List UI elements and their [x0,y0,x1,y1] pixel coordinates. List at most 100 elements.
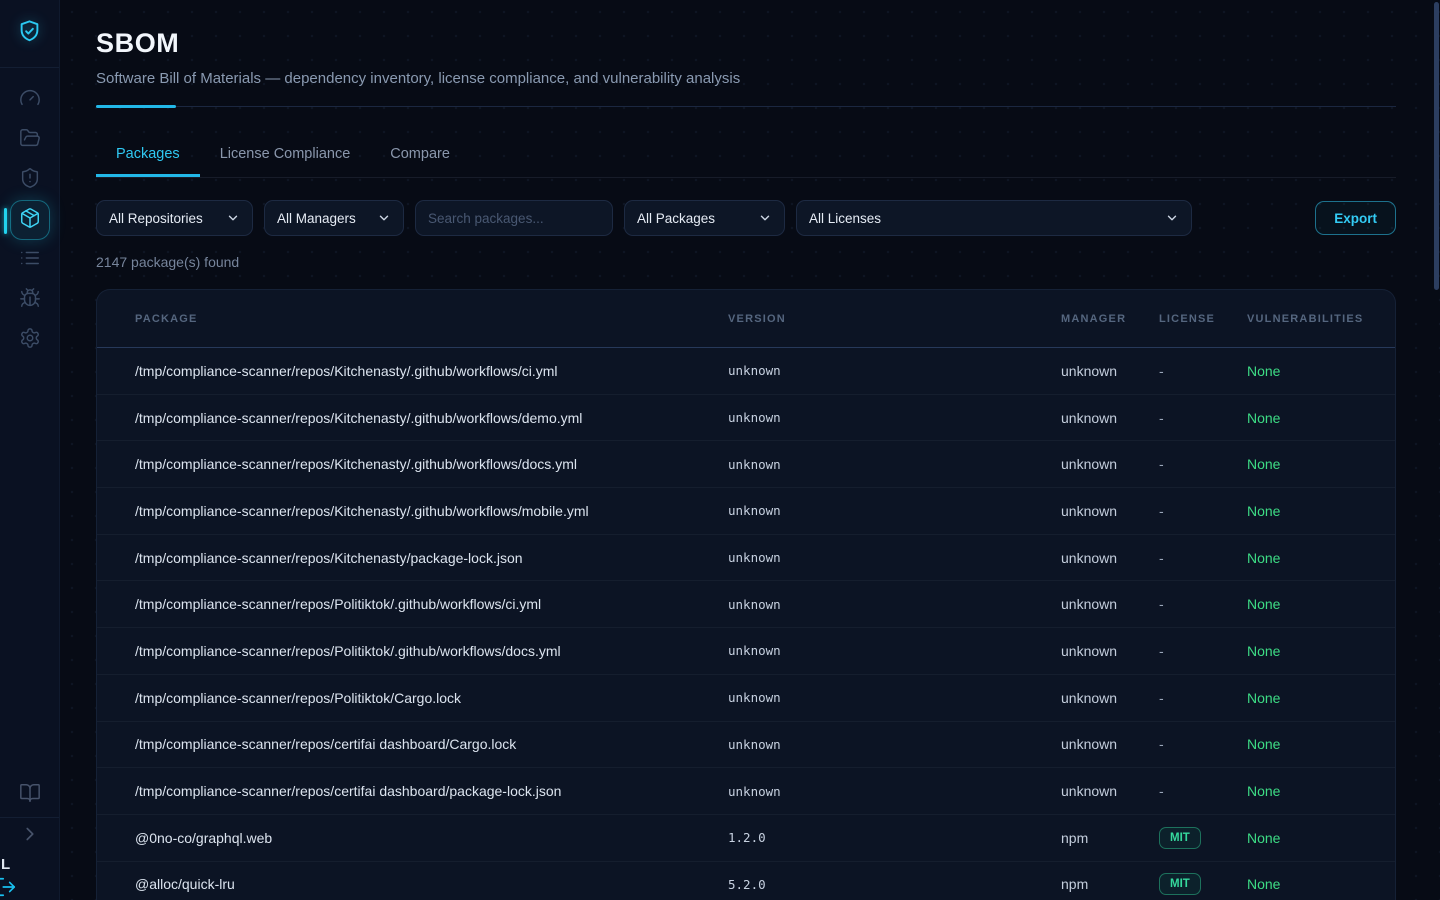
sidebar-nav [10,80,50,360]
chevron-down-icon [377,211,391,225]
table-row[interactable]: /tmp/compliance-scanner/repos/Kitchenast… [97,535,1395,582]
license-filter-select[interactable]: All Licenses [796,200,1192,236]
table-body: /tmp/compliance-scanner/repos/Kitchenast… [97,348,1395,900]
docs-button[interactable] [10,775,50,815]
shield-alert-icon [19,167,41,194]
folder-icon [19,127,41,154]
package-license: - [1159,783,1247,799]
list-icon [19,247,41,274]
table-row[interactable]: /tmp/compliance-scanner/repos/Kitchenast… [97,348,1395,395]
table-header: PackageVersionManagerLicenseVulnerabilit… [97,290,1395,348]
table-row[interactable]: @alloc/quick-lru 5.2.0 npm MIT None [97,862,1395,900]
manager-filter-select[interactable]: All Managers [264,200,404,236]
package-manager: unknown [1061,643,1159,659]
sidebar-item-vulnerabilities[interactable] [10,280,50,320]
package-license: - [1159,410,1247,426]
package-manager: unknown [1061,550,1159,566]
package-version: 1.2.0 [728,830,1061,845]
package-license: MIT [1159,873,1247,895]
column-header: Version [728,313,1061,325]
package-version: unknown [728,690,1061,705]
export-button[interactable]: Export [1315,201,1396,235]
package-manager: unknown [1061,503,1159,519]
tab-license-compliance[interactable]: License Compliance [200,134,371,177]
package-path: /tmp/compliance-scanner/repos/Politiktok… [135,690,728,706]
vulnerabilities-status: None [1247,503,1371,519]
package-filter-select[interactable]: All Packages [624,200,785,236]
table-row[interactable]: /tmp/compliance-scanner/repos/Kitchenast… [97,395,1395,442]
package-path: /tmp/compliance-scanner/repos/Kitchenast… [135,456,728,472]
table-row[interactable]: /tmp/compliance-scanner/repos/certifai d… [97,768,1395,815]
logout-button[interactable] [0,876,17,898]
table-row[interactable]: @0no-co/graphql.web 1.2.0 npm MIT None [97,815,1395,862]
package-version: unknown [728,643,1061,658]
gauge-icon [19,87,41,114]
column-header: Manager [1061,313,1159,325]
package-version: unknown [728,550,1061,565]
table-row[interactable]: /tmp/compliance-scanner/repos/certifai d… [97,722,1395,769]
vulnerabilities-status: None [1247,410,1371,426]
package-version: unknown [728,597,1061,612]
package-license: - [1159,503,1247,519]
sidebar-collapse-button[interactable] [10,820,50,852]
vulnerabilities-status: None [1247,690,1371,706]
package-manager: npm [1061,830,1159,846]
tab-bar: Packages License Compliance Compare [96,134,1396,178]
package-path: /tmp/compliance-scanner/repos/certifai d… [135,736,728,752]
search-input[interactable] [415,200,613,236]
package-license: - [1159,363,1247,379]
vulnerabilities-status: None [1247,736,1371,752]
sidebar-item-inventory[interactable] [10,240,50,280]
package-path: /tmp/compliance-scanner/repos/Kitchenast… [135,363,728,379]
vulnerabilities-status: None [1247,830,1371,846]
package-license: - [1159,736,1247,752]
column-header: Package [135,313,728,325]
sidebar-item-dashboard[interactable] [10,80,50,120]
filter-bar: All Repositories All Managers All Packag… [96,200,1396,236]
tab-packages[interactable]: Packages [96,134,200,177]
package-license: - [1159,456,1247,472]
table-row[interactable]: /tmp/compliance-scanner/repos/Kitchenast… [97,488,1395,535]
vulnerabilities-status: None [1247,783,1371,799]
package-icon [19,207,41,234]
package-path: /tmp/compliance-scanner/repos/Kitchenast… [135,550,728,566]
package-filter-value: All Packages [637,211,715,226]
license-badge: MIT [1159,873,1201,895]
package-version: unknown [728,457,1061,472]
book-open-icon [19,782,41,809]
package-manager: unknown [1061,783,1159,799]
vulnerabilities-status: None [1247,596,1371,612]
packages-table-card: PackageVersionManagerLicenseVulnerabilit… [96,289,1396,900]
table-row[interactable]: /tmp/compliance-scanner/repos/Politiktok… [97,581,1395,628]
table-row[interactable]: /tmp/compliance-scanner/repos/Politiktok… [97,628,1395,675]
package-version: unknown [728,503,1061,518]
bug-icon [19,287,41,314]
sidebar-bottom [0,775,59,852]
repository-filter-select[interactable]: All Repositories [96,200,253,236]
chevron-down-icon [226,211,240,225]
log-out-icon [0,885,17,900]
scrollbar-thumb[interactable] [1434,2,1439,290]
sidebar-item-sbom-packages[interactable] [10,200,50,240]
package-path: /tmp/compliance-scanner/repos/Politiktok… [135,596,728,612]
sidebar [0,0,60,900]
table-row[interactable]: /tmp/compliance-scanner/repos/Kitchenast… [97,441,1395,488]
table-row[interactable]: /tmp/compliance-scanner/repos/Politiktok… [97,675,1395,722]
package-manager: unknown [1061,363,1159,379]
package-path: /tmp/compliance-scanner/repos/Kitchenast… [135,410,728,426]
sidebar-divider [0,817,59,818]
package-manager: unknown [1061,690,1159,706]
gear-icon [19,327,41,354]
sidebar-item-repositories[interactable] [10,120,50,160]
main-content: SBOM Software Bill of Materials — depend… [60,0,1440,900]
sidebar-item-settings[interactable] [10,320,50,360]
manager-filter-value: All Managers [277,211,356,226]
package-license: - [1159,550,1247,566]
package-license: - [1159,596,1247,612]
package-version: unknown [728,737,1061,752]
artifact-label: L [1,856,10,873]
package-path: @0no-co/graphql.web [135,830,728,846]
package-manager: unknown [1061,596,1159,612]
sidebar-item-security[interactable] [10,160,50,200]
tab-compare[interactable]: Compare [370,134,470,177]
